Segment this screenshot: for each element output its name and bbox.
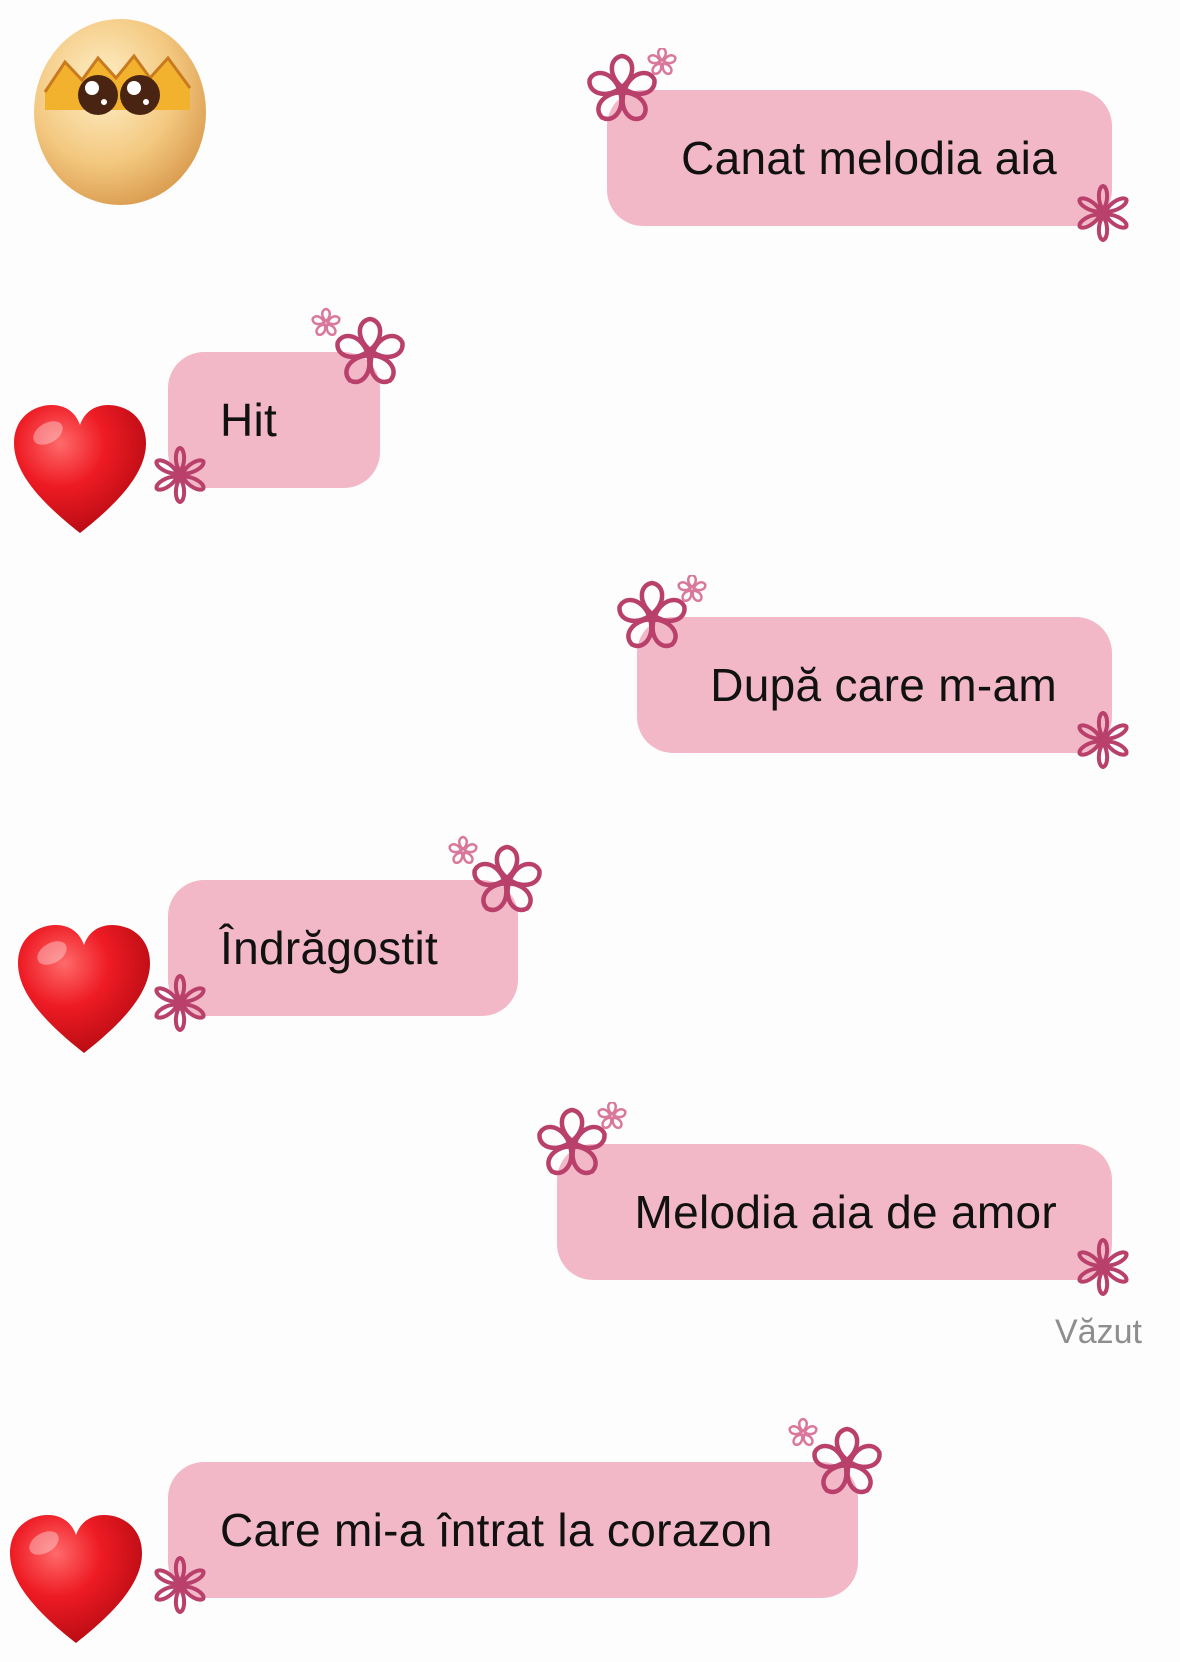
heart-reaction-icon[interactable] — [18, 920, 150, 1060]
flower-decoration-icon — [145, 968, 215, 1038]
chat-thread: Canat melodia aia Hit După care m-am Înd… — [0, 0, 1180, 1662]
message-bubble-sent[interactable]: Melodia aia de amor — [557, 1144, 1112, 1280]
message-text: Canat melodia aia — [681, 132, 1057, 184]
seen-status: Văzut — [1055, 1313, 1142, 1351]
flower-decoration-icon — [145, 1550, 215, 1620]
flower-decoration-icon — [1068, 178, 1138, 248]
flower-decoration-icon — [145, 440, 215, 510]
message-text: Hit — [220, 394, 278, 446]
message-text: Melodia aia de amor — [634, 1186, 1057, 1238]
heart-reaction-icon[interactable] — [10, 1510, 142, 1650]
egg-chick-sticker-icon[interactable] — [30, 0, 210, 210]
message-text: Îndrăgostit — [220, 922, 439, 974]
flower-decoration-icon — [1068, 705, 1138, 775]
flower-decoration-icon — [1068, 1232, 1138, 1302]
flower-decoration-icon — [530, 1102, 640, 1182]
message-text: Care mi-a întrat la corazon — [220, 1504, 773, 1556]
flower-decoration-icon — [308, 305, 408, 390]
flower-decoration-icon — [580, 48, 690, 128]
flower-decoration-icon — [610, 575, 720, 655]
flower-decoration-icon — [445, 833, 545, 918]
message-bubble-received[interactable]: Care mi-a întrat la corazon — [168, 1462, 858, 1598]
heart-reaction-icon[interactable] — [14, 405, 146, 535]
flower-decoration-icon — [785, 1415, 885, 1500]
message-text: După care m-am — [710, 659, 1057, 711]
